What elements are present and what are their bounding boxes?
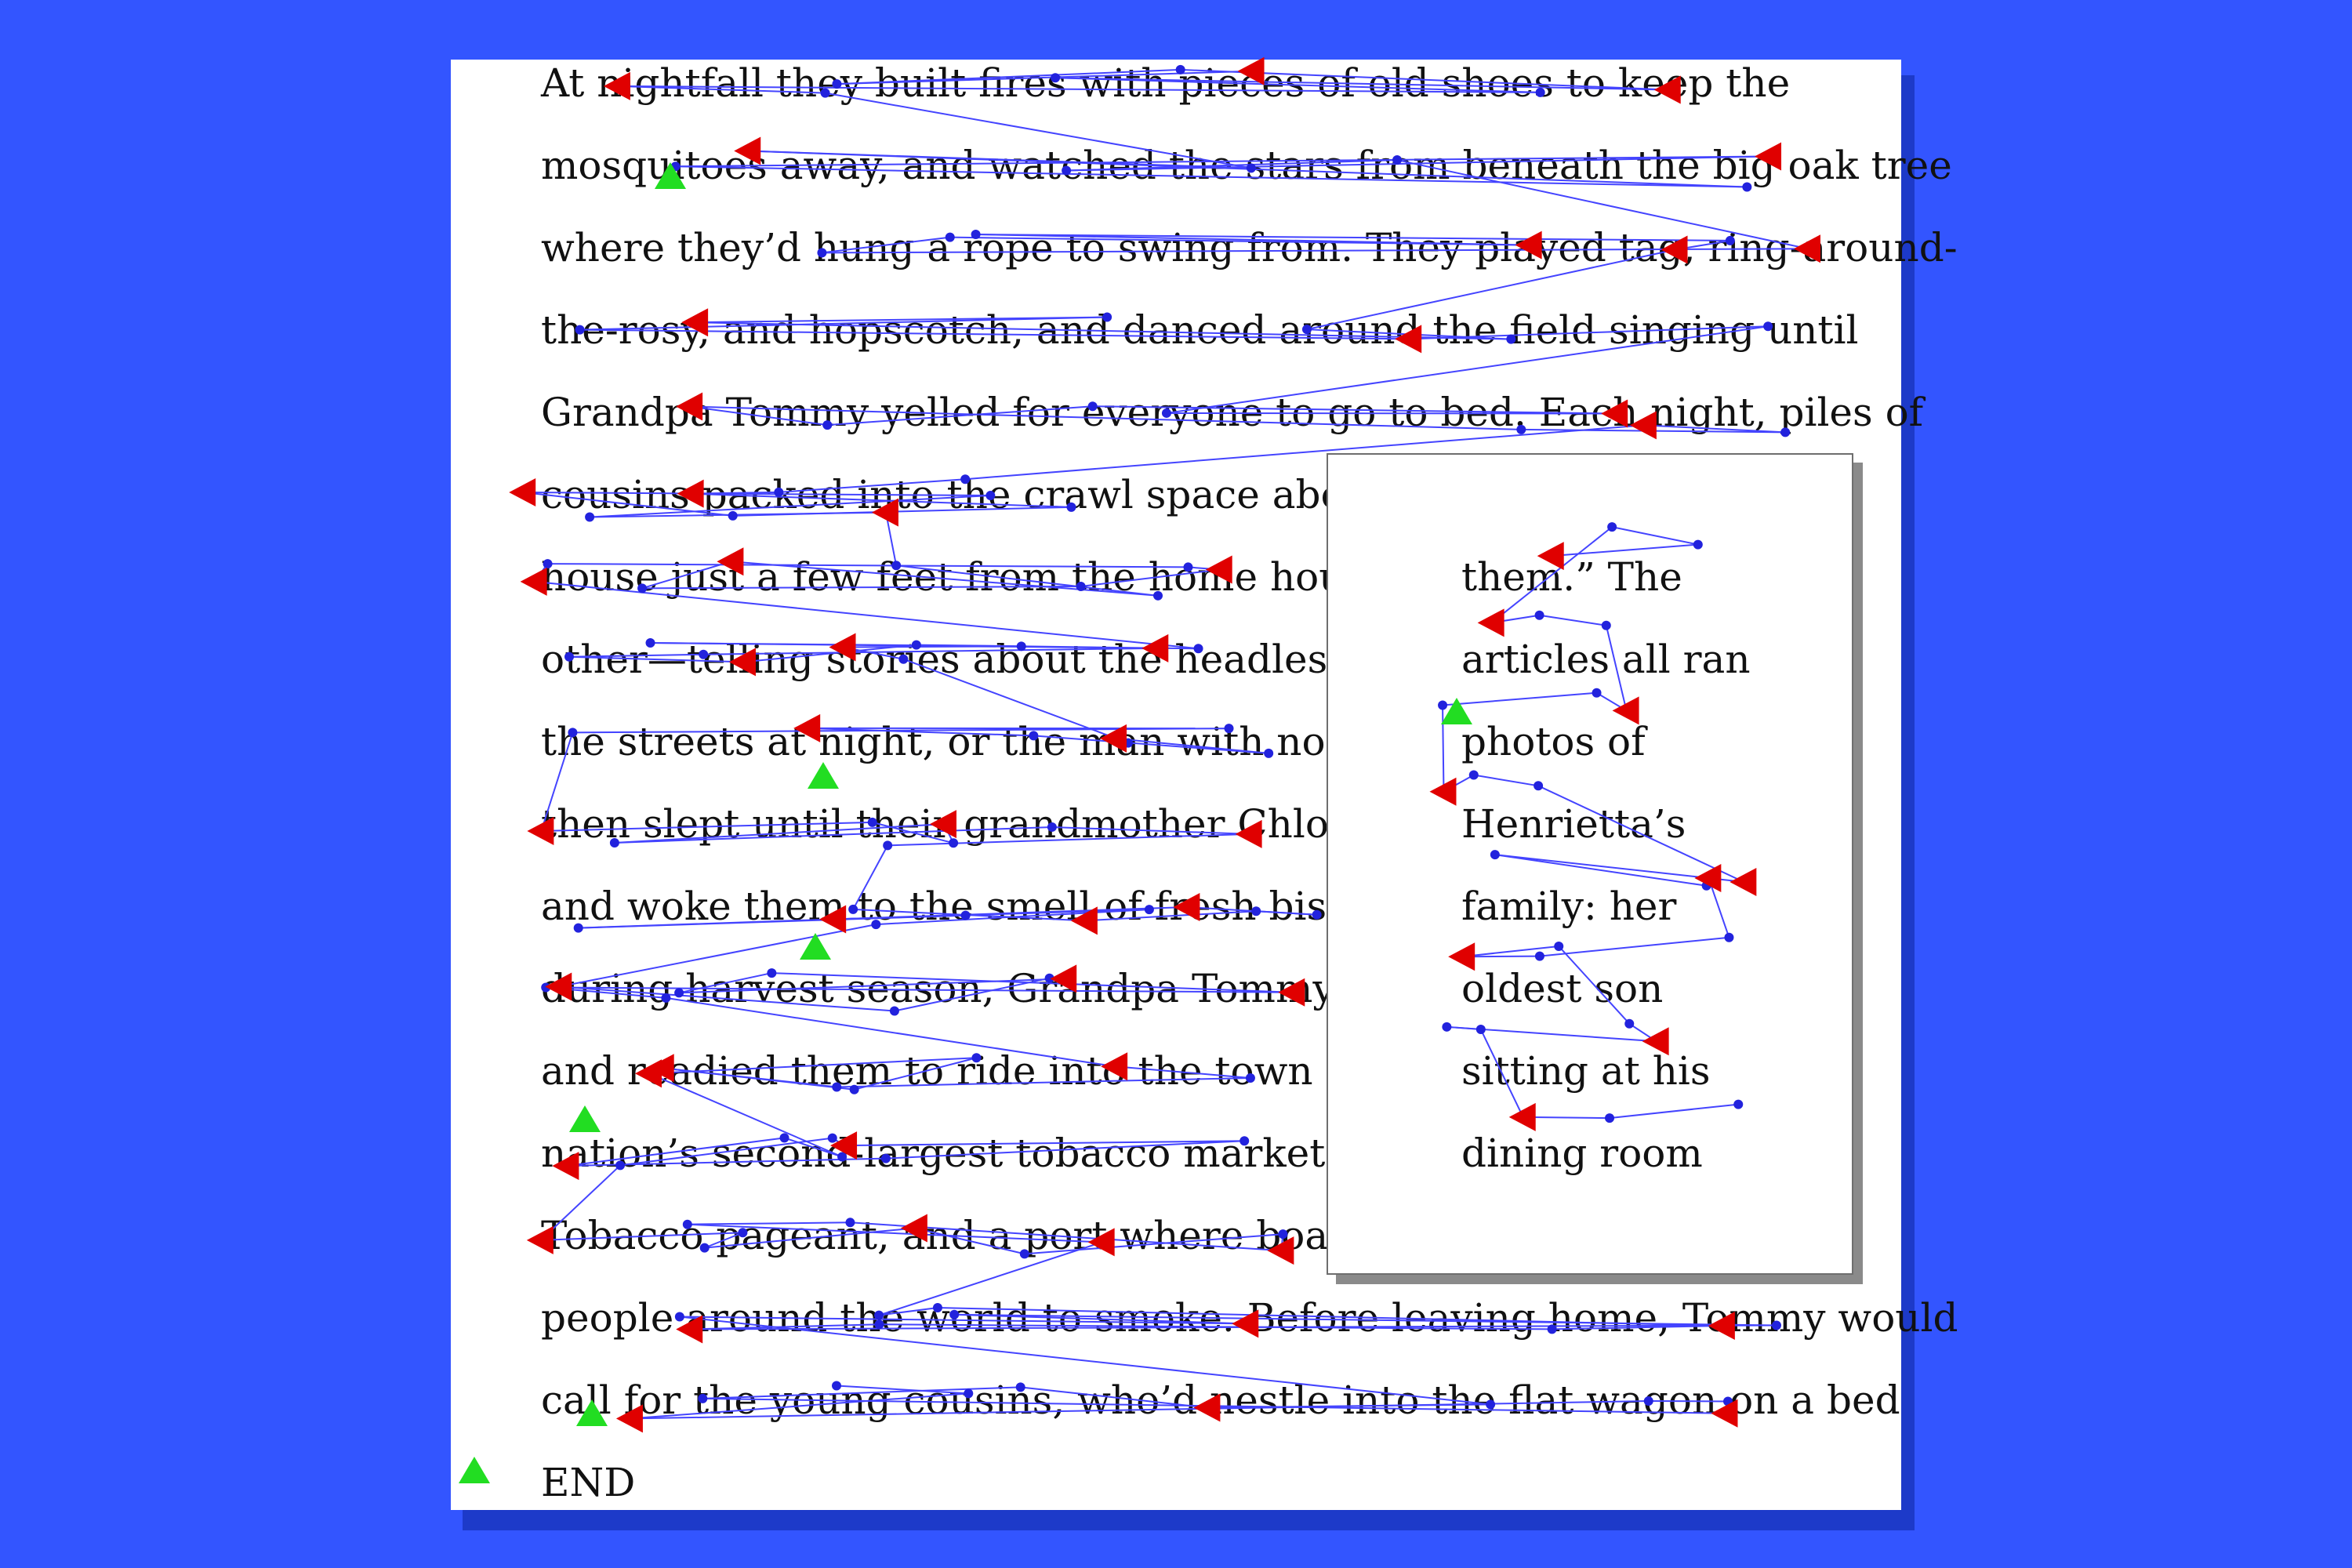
popup-line: Henrietta’s: [1461, 801, 1686, 847]
popup-line: sitting at his: [1461, 1048, 1711, 1094]
reading-viewer: At nightfall they built fires with piece…: [0, 0, 2352, 1568]
popup-line: articles all ran: [1461, 637, 1751, 682]
text-line: At nightfall they built fires with piece…: [541, 60, 1791, 106]
popup-line: dining room: [1461, 1131, 1703, 1176]
text-line: people around the world to smoke. Before…: [541, 1295, 1958, 1341]
text-line: Grandpa Tommy yelled for everyone to go …: [541, 390, 1924, 435]
popup-line: family: her: [1461, 884, 1677, 929]
text-line: and readied them to ride into the town o…: [541, 1048, 1403, 1094]
text-line: other—telling stories about the headless…: [541, 637, 1400, 682]
text-line: then slept until their grandmother Chloe…: [541, 801, 1379, 847]
end-marker: END: [541, 1460, 636, 1505]
text-line: where they’d hung a rope to swing from. …: [541, 225, 1958, 270]
text-line: Tobacco pageant, and a port where boats …: [541, 1213, 1399, 1258]
popup-line: oldest son: [1461, 966, 1664, 1011]
text-line: cousins packed into the crawl space abov…: [541, 472, 1390, 517]
popup-line: photos of: [1461, 719, 1646, 764]
text-line: call for the young cousins, who’d nestle…: [541, 1377, 1900, 1423]
text-line: during harvest season, Grandpa Tommy h: [541, 966, 1373, 1011]
text-line: the streets at night, or the man with no…: [541, 719, 1406, 764]
text-line: mosquitoes away, and watched the stars f…: [541, 143, 1952, 188]
text-line: house just a few feet from the home hous…: [541, 554, 1388, 600]
text-line: and woke them to the smell of fresh bisc…: [541, 884, 1387, 929]
text-line: the-rosy, and hopscotch, and danced arou…: [541, 307, 1859, 353]
popup-line: them.” The: [1461, 554, 1682, 600]
text-line: nation’s second-largest tobacco market, …: [541, 1131, 1384, 1176]
